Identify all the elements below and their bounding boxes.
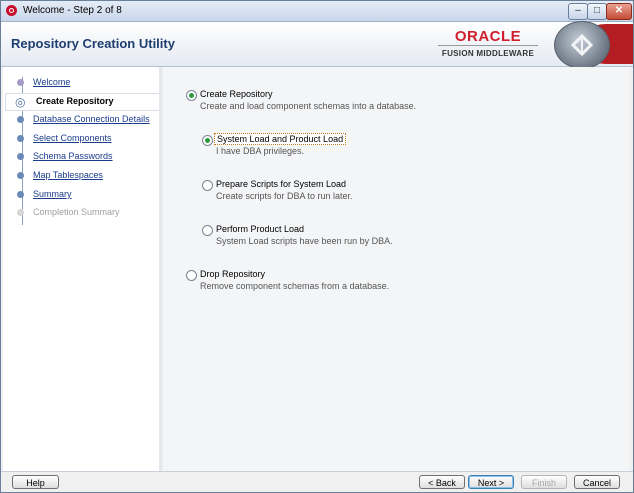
back-button[interactable]: < Back [419, 475, 465, 489]
nav-item-map-tablespaces[interactable]: Map Tablespaces [13, 168, 159, 184]
product-load-desc: System Load scripts have been run by DBA… [216, 236, 393, 246]
step-pending-icon [17, 116, 24, 123]
system-product-load-label[interactable]: System Load and Product Load [214, 133, 347, 145]
nav-item-welcome[interactable]: Welcome [13, 75, 159, 91]
drop-repository-label[interactable]: Drop Repository [200, 269, 265, 279]
nav-label[interactable]: Select Components [33, 133, 112, 143]
nav-label: Completion Summary [33, 207, 120, 217]
nav-item-select-components[interactable]: Select Components [13, 131, 159, 147]
nav-label: Create Repository [36, 96, 114, 106]
maximize-icon[interactable]: □ [587, 3, 607, 20]
header-banner: Repository Creation Utility ORACLE FUSIO… [1, 21, 633, 69]
finish-button: Finish [521, 475, 567, 489]
system-product-load-radio[interactable] [202, 135, 213, 146]
button-bar: Help < Back Next > Finish Cancel [1, 471, 633, 492]
step-disabled-icon [17, 209, 24, 216]
logo-divider [438, 45, 538, 46]
fusion-badge-icon [554, 21, 610, 69]
nav-item-summary[interactable]: Summary [13, 187, 159, 203]
help-button[interactable]: Help [12, 475, 59, 489]
next-button[interactable]: Next > [468, 475, 514, 489]
close-icon[interactable]: ✕ [606, 3, 632, 20]
page-title: Repository Creation Utility [11, 36, 175, 51]
cancel-button[interactable]: Cancel [574, 475, 620, 489]
arrows-icon [570, 33, 594, 57]
nav-item-create-repository[interactable]: ◎ Create Repository [5, 93, 160, 111]
create-repository-desc: Create and load component schemas into a… [200, 101, 417, 111]
create-repository-radio[interactable] [186, 90, 197, 101]
nav-label[interactable]: Summary [33, 189, 72, 199]
drop-repository-radio[interactable] [186, 270, 197, 281]
prepare-scripts-label[interactable]: Prepare Scripts for System Load [216, 179, 346, 189]
nav-item-database-connection-details[interactable]: Database Connection Details [13, 112, 159, 128]
product-load-label[interactable]: Perform Product Load [216, 224, 304, 234]
step-pending-icon [17, 153, 24, 160]
system-product-load-desc: I have DBA privileges. [216, 146, 305, 156]
step-navigation: Welcome ◎ Create Repository Database Con… [3, 67, 160, 471]
oracle-logo: ORACLE [454, 28, 522, 45]
installer-window: Welcome - Step 2 of 8 – □ ✕ Repository C… [0, 0, 634, 493]
step-pending-icon [17, 135, 24, 142]
step-pending-icon [17, 191, 24, 198]
content-panel: Create Repository Create and load compon… [163, 67, 629, 471]
nav-item-completion-summary: Completion Summary [13, 205, 159, 221]
prepare-scripts-desc: Create scripts for DBA to run later. [216, 191, 353, 201]
title-bar: Welcome - Step 2 of 8 – □ ✕ [1, 1, 633, 22]
step-pending-icon [17, 172, 24, 179]
nav-item-schema-passwords[interactable]: Schema Passwords [13, 149, 159, 165]
drop-repository-desc: Remove component schemas from a database… [200, 281, 390, 291]
prepare-scripts-radio[interactable] [202, 180, 213, 191]
window-title: Welcome - Step 2 of 8 [23, 5, 122, 16]
minimize-icon[interactable]: – [568, 3, 588, 20]
current-step-icon: ◎ [15, 95, 26, 109]
oracle-app-icon [6, 5, 17, 16]
nav-label[interactable]: Welcome [33, 77, 70, 87]
step-done-icon [17, 79, 24, 86]
product-load-radio[interactable] [202, 225, 213, 236]
panel-splitter[interactable] [159, 67, 162, 471]
nav-label[interactable]: Schema Passwords [33, 151, 113, 161]
nav-label[interactable]: Database Connection Details [33, 114, 150, 124]
nav-label[interactable]: Map Tablespaces [33, 170, 103, 180]
create-repository-label[interactable]: Create Repository [200, 89, 273, 99]
fusion-middleware-label: FUSION MIDDLEWARE [441, 49, 535, 58]
